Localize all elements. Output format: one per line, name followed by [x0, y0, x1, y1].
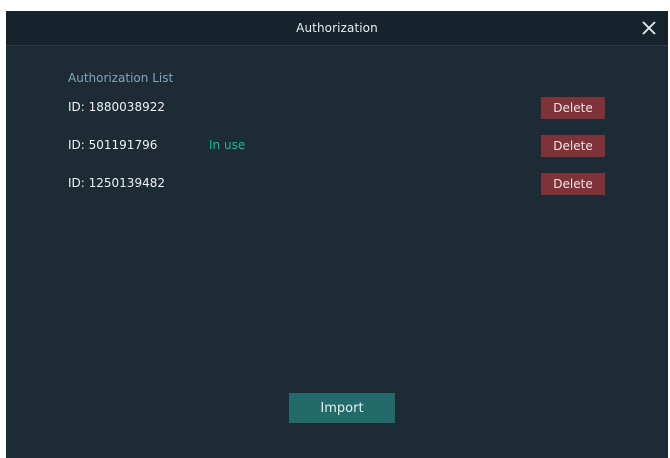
delete-button[interactable]: Delete: [541, 135, 605, 157]
status-badge: In use: [209, 138, 246, 152]
delete-button[interactable]: Delete: [541, 173, 605, 195]
authorization-id: ID: 1880038922: [68, 100, 165, 114]
authorization-id: ID: 1250139482: [68, 176, 165, 190]
import-button[interactable]: Import: [289, 393, 395, 423]
list-item: ID: 1880038922 Delete: [6, 97, 668, 119]
delete-button[interactable]: Delete: [541, 97, 605, 119]
authorization-dialog: Authorization Authorization List ID: 188…: [6, 11, 668, 458]
title-bar: Authorization: [6, 11, 668, 46]
list-item: ID: 501191796 In use Delete: [6, 135, 668, 157]
close-button[interactable]: [637, 16, 661, 40]
dialog-title: Authorization: [296, 21, 378, 35]
close-icon: [642, 21, 656, 35]
authorization-id: ID: 501191796: [68, 138, 158, 152]
authorization-list-heading: Authorization List: [68, 71, 174, 85]
list-item: ID: 1250139482 Delete: [6, 173, 668, 195]
